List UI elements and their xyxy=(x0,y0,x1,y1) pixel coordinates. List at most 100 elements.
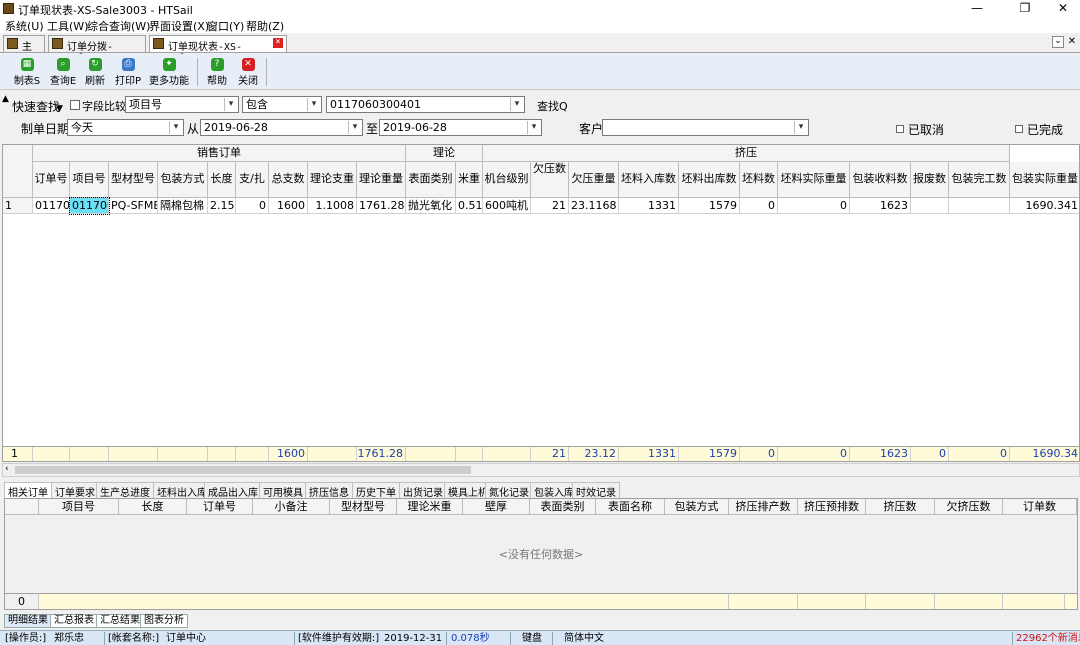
column-header[interactable]: 包装完工数 xyxy=(949,162,1010,198)
scroll-left-icon[interactable]: ‹ xyxy=(5,464,9,474)
operator-select[interactable]: 包含 ▾ xyxy=(242,96,322,113)
tab-detail-result[interactable]: 明细结果 xyxy=(4,614,52,628)
column-header[interactable]: 包装收料数 xyxy=(850,162,911,198)
horizontal-scrollbar[interactable]: ‹ xyxy=(2,463,1080,477)
detail-tab[interactable]: 坯料出入库 xyxy=(153,482,211,499)
column-header[interactable]: 壁厚 xyxy=(463,499,530,515)
field-compare-checkbox[interactable] xyxy=(70,100,80,110)
table-cell[interactable]: 011706 xyxy=(33,198,70,214)
column-header[interactable]: 项目号 xyxy=(70,162,109,198)
column-header[interactable]: 小备注 xyxy=(253,499,330,515)
more-functions-button[interactable]: ✦ 更多功能 xyxy=(148,56,190,88)
detail-tab[interactable]: 订单要求 xyxy=(51,482,99,499)
detail-tab[interactable]: 成品出入库 xyxy=(204,482,262,499)
collapse-up-icon[interactable]: ▲ xyxy=(2,94,9,104)
column-header[interactable]: 表面类别 xyxy=(530,499,596,515)
table-cell[interactable]: 1.1008 xyxy=(308,198,357,214)
table-cell[interactable]: PQ-SFMBC xyxy=(109,198,158,214)
tab-order-dispatch[interactable]: 订单分拨-Sale2003 xyxy=(48,35,146,64)
column-header[interactable]: 项目号 xyxy=(39,499,119,515)
detail-tab[interactable]: 相关订单 xyxy=(4,482,52,499)
column-header[interactable]: 包装实际重量 xyxy=(1010,162,1079,198)
column-header[interactable]: 坯料数 xyxy=(740,162,778,198)
tab-summary-report[interactable]: 汇总报表 xyxy=(50,614,98,628)
expand-down-icon[interactable]: ▼ xyxy=(56,104,63,114)
detail-tab[interactable]: 历史下单 xyxy=(352,482,400,499)
tab-list-dropdown[interactable]: ⌄ xyxy=(1052,36,1064,48)
table-cell[interactable] xyxy=(949,198,1010,214)
table-cell[interactable]: 21 xyxy=(531,198,569,214)
completed-checkbox[interactable] xyxy=(1015,125,1023,133)
column-header[interactable]: 支/扎 xyxy=(236,162,269,198)
tab-order-status[interactable]: 订单现状表-XS-Sale3003 × xyxy=(149,35,287,64)
detail-tab[interactable]: 生产总进度 xyxy=(96,482,154,499)
tab-summary-result[interactable]: 汇总结果 xyxy=(96,614,144,628)
table-cell[interactable]: 0 xyxy=(236,198,269,214)
column-header[interactable]: 长度 xyxy=(208,162,236,198)
menu-help[interactable]: 帮助(Z) xyxy=(246,18,284,34)
detail-tab[interactable]: 出货记录 xyxy=(399,482,447,499)
table-cell[interactable]: 0.51 xyxy=(456,198,483,214)
table-cell[interactable]: 1690.341 xyxy=(1010,198,1079,214)
customer-select[interactable]: ▾ xyxy=(602,119,809,136)
query-button[interactable]: ⌕ 查询E xyxy=(48,56,78,88)
column-header[interactable]: 型材型号 xyxy=(330,499,397,515)
column-header[interactable]: 坯料出库数 xyxy=(679,162,740,198)
column-header[interactable]: 订单号 xyxy=(187,499,253,515)
column-header[interactable]: 包装方式 xyxy=(158,162,208,198)
detail-tab[interactable]: 氮化记录 xyxy=(485,482,533,499)
table-cell[interactable]: 0 xyxy=(740,198,778,214)
column-header[interactable]: 理论重量 xyxy=(357,162,406,198)
column-header[interactable]: 挤压数 xyxy=(866,499,935,515)
refresh-button[interactable]: ↻ 刷新 xyxy=(82,56,108,88)
detail-tab[interactable]: 可用模具 xyxy=(259,482,307,499)
table-cell[interactable]: 1579 xyxy=(679,198,740,214)
column-header[interactable]: 挤压预排数 xyxy=(798,499,866,515)
maximize-button[interactable]: ❐ xyxy=(1008,0,1042,17)
to-date-picker[interactable]: 2019-06-28 ▾ xyxy=(379,119,542,136)
close-button[interactable]: ✕ 关闭 xyxy=(234,56,262,88)
help-button[interactable]: ? 帮助 xyxy=(203,56,231,88)
table-cell[interactable]: 1600 xyxy=(269,198,308,214)
column-header[interactable]: 理论米重 xyxy=(397,499,463,515)
tab-home[interactable]: 主页 xyxy=(3,35,45,68)
column-header[interactable]: 表面类别 xyxy=(406,162,456,198)
table-cell[interactable]: 1761.28 xyxy=(357,198,406,214)
menu-view-settings[interactable]: 界面设置(X) xyxy=(149,18,209,34)
menu-query[interactable]: 综合查询(W) xyxy=(87,18,150,34)
column-header[interactable]: 包装方式 xyxy=(665,499,729,515)
table-cell[interactable]: 1623 xyxy=(850,198,911,214)
column-header[interactable]: 欠压数 xyxy=(531,162,569,198)
print-button[interactable]: ⎙ 打印P xyxy=(113,56,143,88)
window-close-button[interactable]: ✕ xyxy=(1046,0,1080,17)
column-header[interactable]: 报废数 xyxy=(911,162,949,198)
menu-window[interactable]: 窗口(Y) xyxy=(207,18,244,34)
column-header[interactable]: 欠压重量 xyxy=(569,162,619,198)
cancelled-checkbox[interactable] xyxy=(896,125,904,133)
column-header[interactable]: 总支数 xyxy=(269,162,308,198)
table-cell[interactable]: 1331 xyxy=(619,198,679,214)
minimize-button[interactable]: — xyxy=(960,0,994,17)
column-header[interactable]: 挤压排产数 xyxy=(729,499,798,515)
table-cell[interactable]: 011706 xyxy=(69,197,110,215)
scrollbar-thumb[interactable] xyxy=(15,466,471,474)
column-header[interactable]: 订单号 xyxy=(33,162,70,198)
field-select[interactable]: 项目号 ▾ xyxy=(125,96,239,113)
column-header[interactable]: 欠挤压数 xyxy=(935,499,1003,515)
column-header[interactable]: 坯料实际重量 xyxy=(778,162,850,198)
table-cell[interactable]: 23.1168 xyxy=(569,198,619,214)
find-button[interactable]: 查找Q xyxy=(537,98,568,114)
date-preset-select[interactable]: 今天 ▾ xyxy=(67,119,184,136)
table-cell[interactable]: 600吨机 xyxy=(483,198,531,214)
new-messages[interactable]: 22962个新消息 xyxy=(1016,632,1080,645)
make-table-button[interactable]: ▦ 制表S xyxy=(10,56,44,88)
column-header[interactable]: 长度 xyxy=(119,499,187,515)
menu-system[interactable]: 系统(U) xyxy=(5,18,44,34)
tab-close-icon[interactable]: × xyxy=(273,38,283,48)
table-cell[interactable]: 隔棉包棉 xyxy=(158,198,208,214)
tab-chart-analysis[interactable]: 图表分析 xyxy=(140,614,188,628)
detail-tab[interactable]: 包装入库 xyxy=(530,482,578,499)
menu-tools[interactable]: 工具(W) xyxy=(47,18,88,34)
detail-tab[interactable]: 时效记录 xyxy=(572,482,620,499)
column-header[interactable]: 理论支重 xyxy=(308,162,357,198)
